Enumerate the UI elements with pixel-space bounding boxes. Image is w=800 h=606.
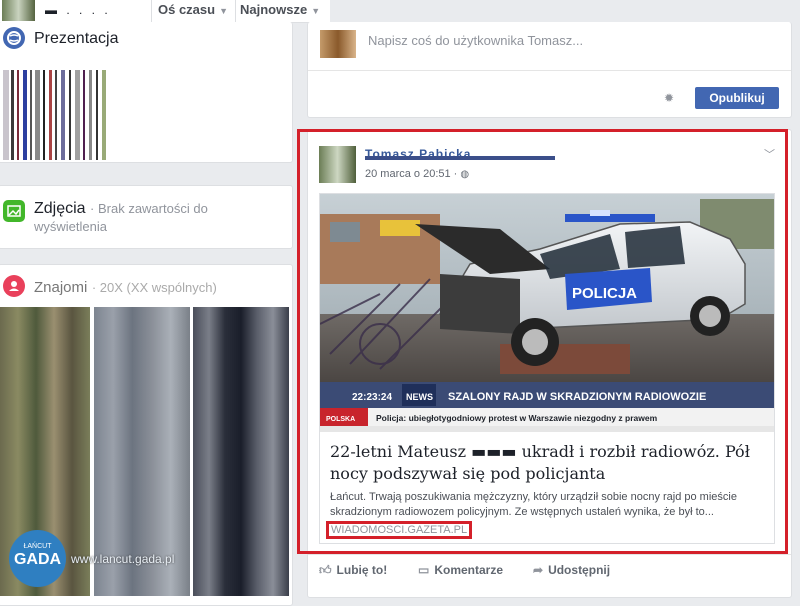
- comment-label: Komentarze: [434, 563, 504, 577]
- watermark-big-text: GADA: [13, 551, 62, 568]
- photo-icon: [3, 200, 25, 222]
- gear-icon[interactable]: ✹: [664, 91, 674, 105]
- chevron-down-icon: ▼: [219, 6, 229, 16]
- friends-count: · 20X (XX wspólnych): [91, 280, 217, 295]
- presentation-card: Prezentacja: [0, 22, 293, 163]
- comment-button[interactable]: ▭ Komentarze: [418, 563, 503, 577]
- sort-filter-dropdown[interactable]: Najnowsze ▼: [240, 2, 320, 17]
- profile-name[interactable]: ▬ . . . .: [45, 3, 111, 17]
- globe-icon: [3, 27, 25, 49]
- friend-photo[interactable]: [193, 307, 289, 596]
- comment-icon: ▭: [418, 563, 430, 577]
- watermark-url: www.lancut.gada.pl: [71, 552, 175, 566]
- watermark-small-text: ŁAŃCUT: [23, 543, 52, 550]
- friends-title[interactable]: Znajomi: [34, 279, 87, 296]
- publish-button[interactable]: Opublikuj: [695, 87, 779, 109]
- friends-heading: Znajomi · 20X (XX wspólnych): [34, 279, 217, 297]
- share-button[interactable]: ➦ Udostępnij: [533, 563, 610, 577]
- share-label: Udostępnij: [548, 563, 611, 577]
- divider: [151, 0, 152, 22]
- like-button[interactable]: 👍︎ Lubię to!: [319, 563, 387, 578]
- profile-thumbnail[interactable]: [2, 0, 35, 21]
- share-icon: ➦: [533, 563, 544, 577]
- like-label: Lubię to!: [336, 563, 388, 577]
- friends-icon: [3, 275, 25, 297]
- photos-heading: Zdjęcia · Brak zawartości do wyświetleni…: [34, 200, 284, 236]
- photos-card: Zdjęcia · Brak zawartości do wyświetleni…: [0, 185, 293, 249]
- profile-topbar: ▬ . . . . Oś czasu ▼ Najnowsze ▼: [0, 0, 330, 23]
- divider: [235, 0, 236, 22]
- sort-filter-label: Najnowsze: [240, 2, 308, 17]
- composer-input[interactable]: Napisz coś do użytkownika Tomasz...: [368, 33, 583, 48]
- highlight-frame: [297, 129, 788, 554]
- presentation-title: Prezentacja: [34, 30, 119, 47]
- photos-title[interactable]: Zdjęcia: [34, 200, 86, 217]
- thumbs-up-icon: 👍︎: [319, 563, 332, 577]
- composer-avatar: [320, 30, 356, 58]
- gada-watermark-logo: ŁAŃCUT GADA: [9, 530, 66, 587]
- divider: [308, 70, 791, 71]
- timeline-filter-label: Oś czasu: [158, 2, 216, 17]
- redacted-intro-content: [3, 70, 113, 160]
- divider: [308, 554, 791, 555]
- timeline-filter-dropdown[interactable]: Oś czasu ▼: [158, 2, 228, 17]
- chevron-down-icon: ▼: [311, 6, 321, 16]
